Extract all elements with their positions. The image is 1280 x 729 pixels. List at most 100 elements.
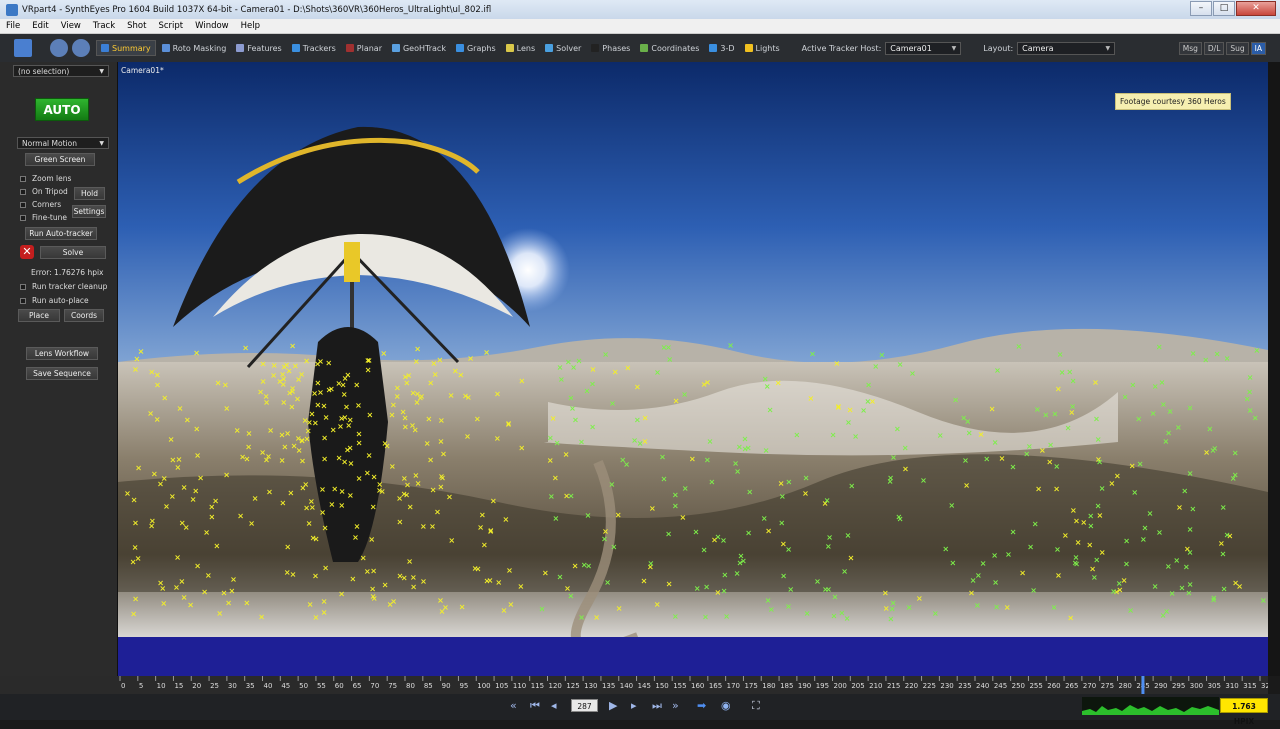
tracker-marker[interactable]: × — [1055, 384, 1062, 393]
tracker-marker[interactable]: × — [257, 388, 264, 397]
tracker-marker[interactable]: × — [355, 401, 362, 410]
tracker-marker[interactable]: × — [1173, 556, 1180, 565]
tracker-marker[interactable]: × — [631, 436, 638, 445]
tracker-marker[interactable]: × — [321, 401, 328, 410]
tracker-marker[interactable]: × — [803, 474, 810, 483]
tracker-marker[interactable]: × — [176, 455, 183, 464]
tracker-marker[interactable]: × — [396, 494, 403, 503]
tab-trackers[interactable]: Trackers — [288, 40, 340, 56]
tracker-marker[interactable]: × — [518, 582, 525, 591]
tracker-marker[interactable]: × — [298, 370, 305, 379]
tracker-marker[interactable]: × — [1165, 562, 1172, 571]
tracker-marker[interactable]: × — [442, 603, 449, 612]
tracker-marker[interactable]: × — [194, 562, 201, 571]
tracker-marker[interactable]: × — [999, 454, 1006, 463]
tracker-marker[interactable]: × — [339, 487, 346, 496]
tracker-marker[interactable]: × — [609, 480, 616, 489]
tracker-marker[interactable]: × — [302, 416, 309, 425]
tracker-marker[interactable]: × — [602, 350, 609, 359]
tracker-marker[interactable]: × — [154, 415, 161, 424]
tracker-marker[interactable]: × — [169, 492, 176, 501]
tracker-marker[interactable]: × — [353, 381, 360, 390]
tracker-marker[interactable]: × — [1232, 471, 1239, 480]
tracker-marker[interactable]: × — [394, 384, 401, 393]
tracker-marker[interactable]: × — [338, 501, 345, 510]
camera-viewport[interactable]: × × × × × × × × × × × × × × × × × × × × × × × × × × × × × × × × × × × × × × × ×… — [118, 62, 1268, 676]
tracker-marker[interactable]: × — [1073, 517, 1080, 526]
tracker-marker[interactable]: × — [179, 519, 186, 528]
tracker-marker[interactable]: × — [1169, 589, 1176, 598]
tracker-marker[interactable]: × — [281, 362, 288, 371]
tracker-marker[interactable]: × — [299, 457, 306, 466]
tracker-marker[interactable]: × — [448, 536, 455, 545]
tracker-marker[interactable]: × — [1184, 545, 1191, 554]
layout-select[interactable]: Camera ▼ — [1017, 41, 1116, 55]
save-sequence-button[interactable]: Save Sequence — [26, 367, 98, 380]
tab-roto-masking[interactable]: Roto Masking — [158, 40, 231, 56]
tracker-marker[interactable]: × — [420, 522, 427, 531]
tracker-marker[interactable]: × — [413, 471, 420, 480]
tracker-marker[interactable]: × — [214, 542, 221, 551]
tab-features[interactable]: Features — [232, 40, 285, 56]
tracker-marker[interactable]: × — [365, 366, 372, 375]
tracker-marker[interactable]: × — [1232, 579, 1239, 588]
run-auto-place-checkbox[interactable]: Run auto-place — [20, 296, 89, 305]
tracker-marker[interactable]: × — [414, 345, 421, 354]
tracker-marker[interactable]: × — [581, 561, 588, 570]
tracker-marker[interactable]: × — [371, 594, 378, 603]
tracker-marker[interactable]: × — [279, 431, 286, 440]
tracker-marker[interactable]: × — [778, 518, 785, 527]
tracker-marker[interactable]: × — [430, 485, 437, 494]
tracker-marker[interactable]: × — [550, 414, 557, 423]
tracker-marker[interactable]: × — [321, 608, 328, 617]
tracker-marker[interactable]: × — [1221, 585, 1228, 594]
tracker-marker[interactable]: × — [831, 612, 838, 621]
tracker-marker[interactable]: × — [467, 354, 474, 363]
tracker-marker[interactable]: × — [703, 582, 710, 591]
tracker-marker[interactable]: × — [321, 434, 328, 443]
tracker-marker[interactable]: × — [589, 379, 596, 388]
tracker-marker[interactable]: × — [1123, 559, 1130, 568]
tracker-marker[interactable]: × — [615, 511, 622, 520]
tracker-marker[interactable]: × — [721, 587, 728, 596]
tracker-marker[interactable]: × — [1183, 563, 1190, 572]
tracker-marker[interactable]: × — [745, 443, 752, 452]
tracker-marker[interactable]: × — [481, 540, 488, 549]
place-button[interactable]: Place — [18, 309, 60, 322]
tracker-marker[interactable]: × — [1023, 450, 1030, 459]
tracker-marker[interactable]: × — [593, 613, 600, 622]
tracker-marker[interactable]: × — [707, 437, 714, 446]
tracker-marker[interactable]: × — [572, 562, 579, 571]
tracker-marker[interactable]: × — [950, 559, 957, 568]
redo-icon[interactable] — [72, 39, 90, 57]
tracker-marker[interactable]: × — [649, 504, 656, 513]
tracker-marker[interactable]: × — [124, 489, 131, 498]
tracker-marker[interactable]: × — [135, 554, 142, 563]
tracker-marker[interactable]: × — [239, 453, 246, 462]
tracker-marker[interactable]: × — [410, 573, 417, 582]
tracker-marker[interactable]: × — [402, 423, 409, 432]
tracker-marker[interactable]: × — [1096, 457, 1103, 466]
tracker-marker[interactable]: × — [342, 413, 349, 422]
tracker-marker[interactable]: × — [993, 603, 1000, 612]
tracker-marker[interactable]: × — [1030, 586, 1037, 595]
frame-number-input[interactable]: 287 — [571, 699, 598, 712]
tracker-marker[interactable]: × — [1055, 571, 1062, 580]
tracker-marker[interactable]: × — [289, 384, 296, 393]
tracker-marker[interactable]: × — [506, 566, 513, 575]
tracker-marker[interactable]: × — [641, 577, 648, 586]
tracker-marker[interactable]: × — [780, 572, 787, 581]
tracker-marker[interactable]: × — [157, 480, 164, 489]
menu-edit[interactable]: Edit — [26, 21, 54, 31]
tracker-marker[interactable]: × — [1163, 437, 1170, 446]
tracker-marker[interactable]: × — [1067, 613, 1074, 622]
tracker-marker[interactable]: × — [1046, 458, 1053, 467]
tracker-marker[interactable]: × — [390, 400, 397, 409]
msg-button[interactable]: Msg — [1178, 41, 1202, 55]
tracker-marker[interactable]: × — [151, 469, 158, 478]
tracker-marker[interactable]: × — [680, 513, 687, 522]
tracker-marker[interactable]: × — [1087, 511, 1094, 520]
tracker-marker[interactable]: × — [174, 553, 181, 562]
tracker-marker[interactable]: × — [539, 604, 546, 613]
tracker-marker[interactable]: × — [295, 434, 302, 443]
